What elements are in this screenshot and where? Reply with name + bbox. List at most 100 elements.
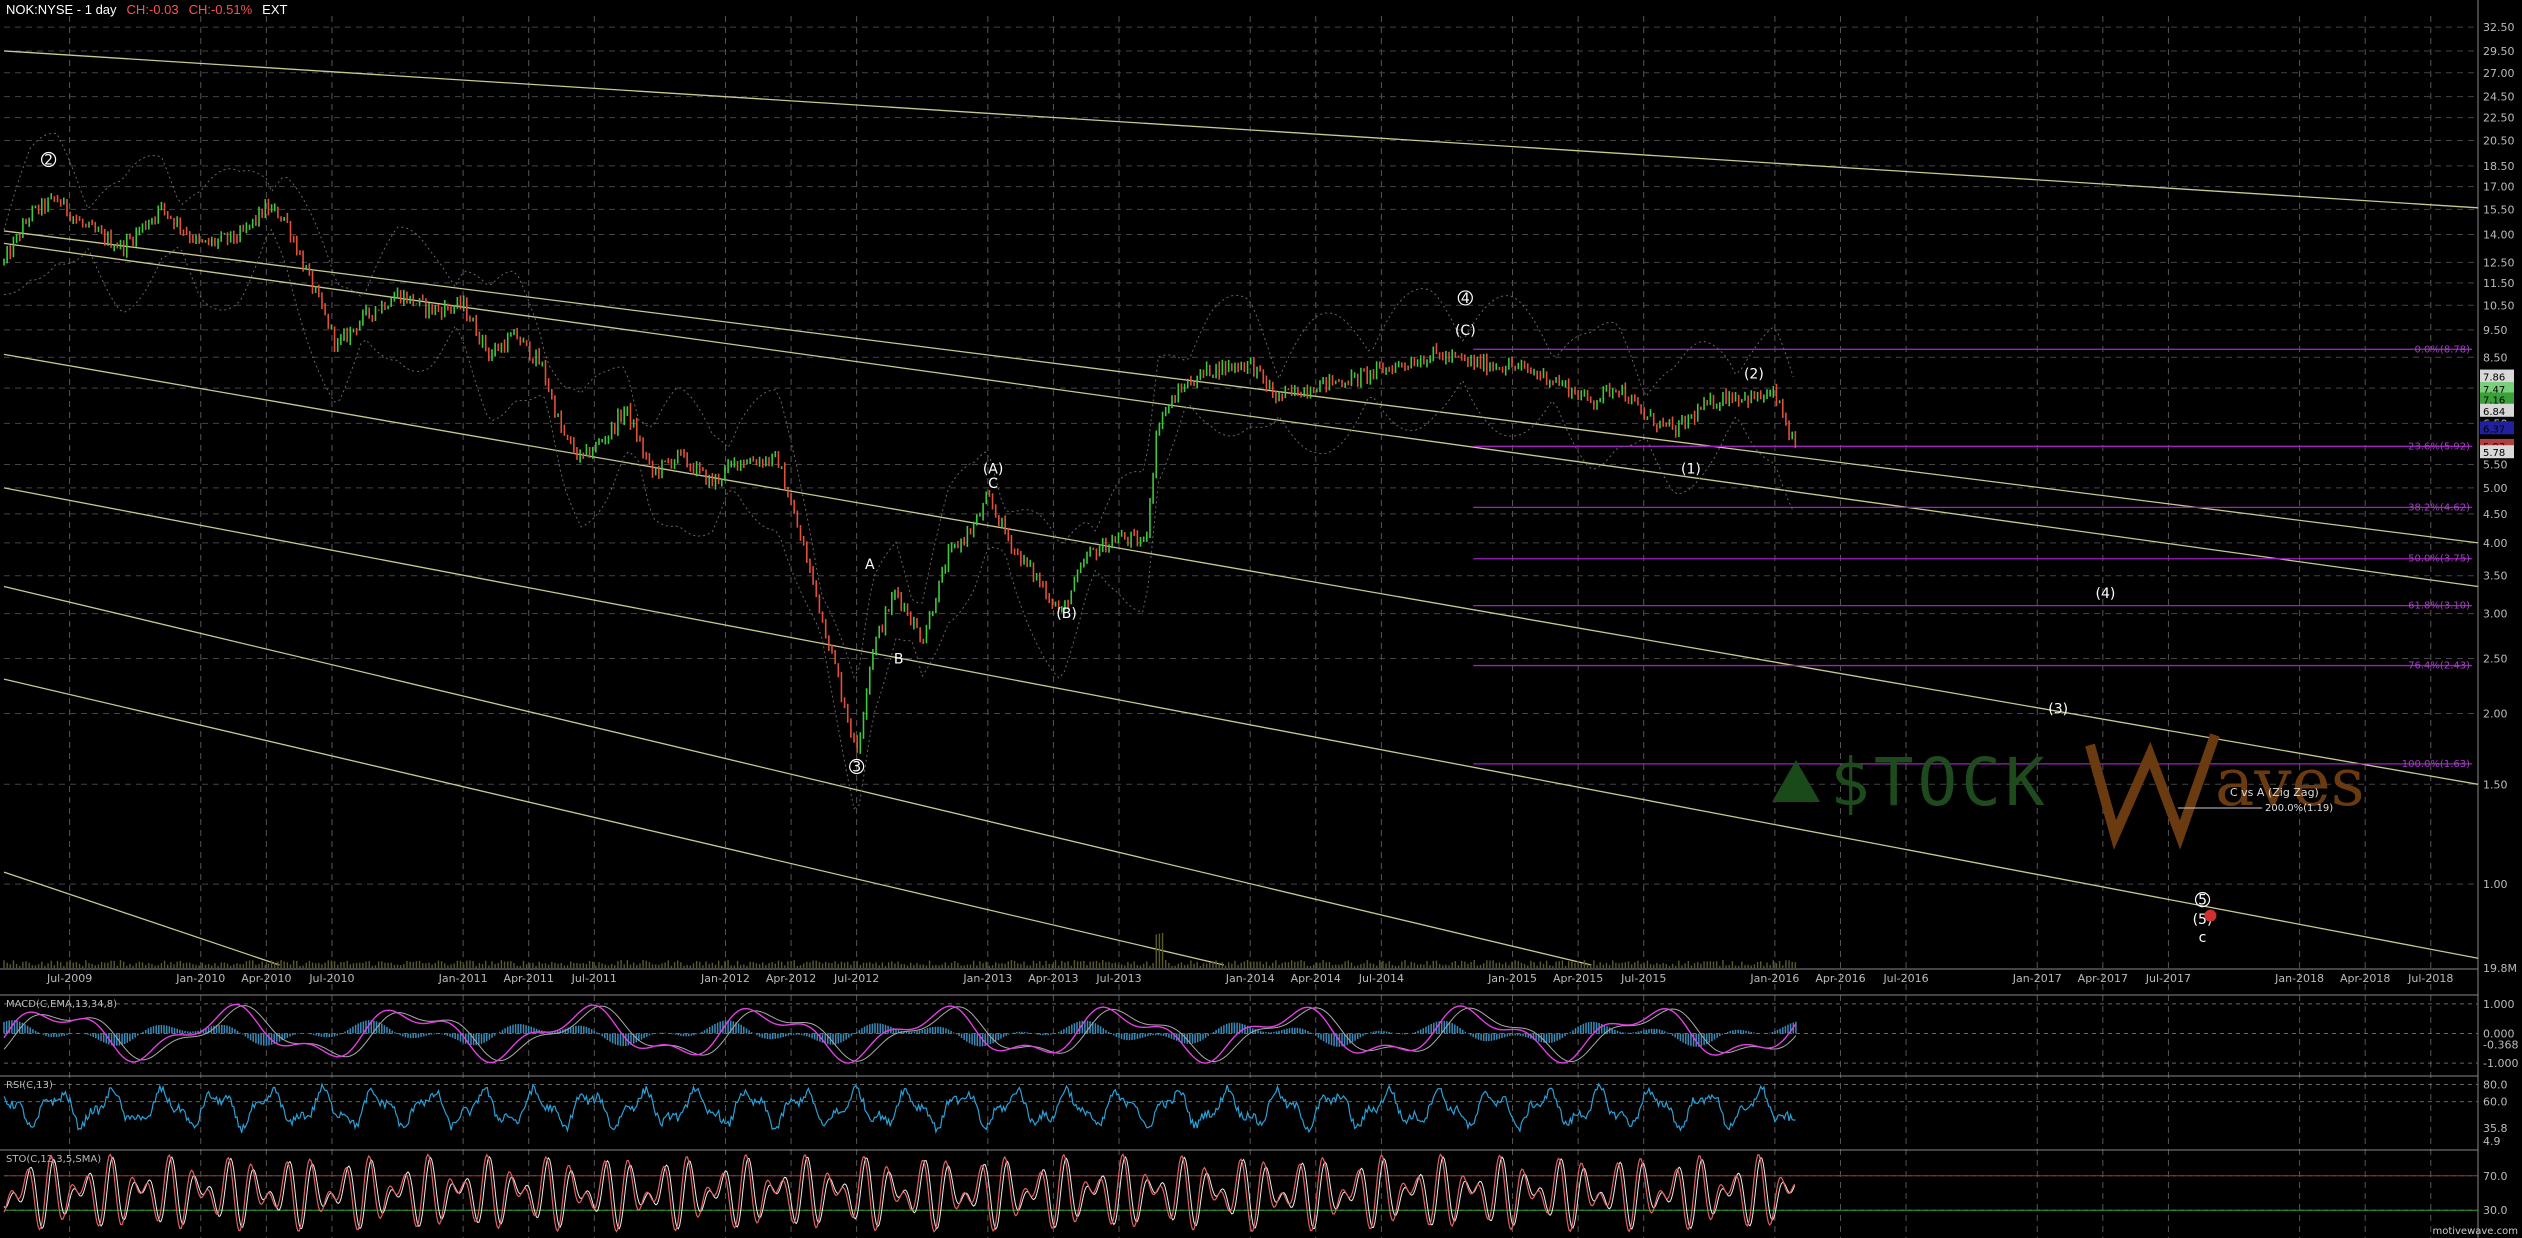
rsi-last-value: 35.8 bbox=[2483, 1122, 2508, 1135]
rsi-tick-label: 60.0 bbox=[2483, 1096, 2508, 1109]
wave-label: 3 bbox=[852, 760, 861, 776]
alert-marker-icon bbox=[2204, 909, 2217, 922]
wave-label: C bbox=[988, 476, 998, 492]
macd-last-value: -0.368 bbox=[2483, 1038, 2518, 1051]
y-tick-label: 4.00 bbox=[2483, 537, 2508, 550]
wave-label: (C) bbox=[1455, 323, 1476, 339]
x-tick-label: Jan-2014 bbox=[1225, 972, 1275, 985]
y-tick-label: 3.50 bbox=[2483, 570, 2508, 583]
x-tick-label: Jul-2016 bbox=[1882, 972, 1928, 985]
y-tick-label: 17.00 bbox=[2483, 181, 2515, 194]
y-tick-label: 2.00 bbox=[2483, 707, 2508, 720]
wave-label: (2) bbox=[1744, 366, 1764, 382]
price-chart-svg[interactable]: Jul-2009 Jan-2010 Apr-2010 Jul-2010 Jan-2011… bbox=[0, 0, 2522, 1238]
macd-label: MACD(C,EMA,13,34,8) bbox=[6, 999, 117, 1010]
y-tick-label: 3.00 bbox=[2483, 608, 2508, 621]
wave-label: 2 bbox=[44, 152, 53, 168]
x-tick-label: Apr-2014 bbox=[1291, 972, 1341, 985]
wave-label: B bbox=[894, 652, 904, 668]
x-tick-label: Jan-2010 bbox=[175, 972, 225, 985]
trend-line bbox=[3, 50, 2479, 209]
projection-note: C vs A (Zig Zag) bbox=[2230, 786, 2319, 799]
fib-level-label: 76.4%(2.43) bbox=[2408, 661, 2470, 672]
fib-level-label: 0.0%(8.78) bbox=[2415, 344, 2471, 355]
rsi-tick-label: 80.0 bbox=[2483, 1079, 2508, 1092]
x-tick-label: Jul-2011 bbox=[571, 972, 617, 985]
y-tick-label: 20.50 bbox=[2483, 135, 2515, 148]
x-tick-label: Jul-2018 bbox=[2407, 972, 2453, 985]
y-tick-label: 9.50 bbox=[2483, 324, 2508, 337]
y-tick-label: 32.50 bbox=[2483, 21, 2515, 34]
x-tick-label: Apr-2011 bbox=[504, 972, 554, 985]
x-tick-label: Jul-2017 bbox=[2145, 972, 2191, 985]
wave-label: c bbox=[2199, 930, 2207, 946]
price-candles bbox=[3, 193, 1797, 754]
watermark-left: $TOCK bbox=[1830, 744, 2049, 821]
y-tick-label: 5.50 bbox=[2483, 458, 2508, 471]
price-tag: 6.84 bbox=[2483, 407, 2505, 418]
rsi-label: RSI(C,13) bbox=[6, 1080, 53, 1091]
projection-value: 200.0%(1.19) bbox=[2265, 803, 2333, 814]
x-tick-label: Jan-2015 bbox=[1487, 972, 1537, 985]
rsi-last-value-2: 4.9 bbox=[2483, 1135, 2501, 1148]
y-tick-label: 5.00 bbox=[2483, 482, 2508, 495]
y-tick-label: 14.00 bbox=[2483, 228, 2515, 241]
sto-tick-label: 70.0 bbox=[2483, 1170, 2508, 1183]
chart-window: { "header": { "symbol": "NOK:NYSE - 1 da… bbox=[0, 0, 2522, 1238]
price-tag: 7.86 bbox=[2483, 373, 2505, 384]
x-tick-label: Jan-2011 bbox=[438, 972, 488, 985]
y-tick-label: 11.50 bbox=[2483, 277, 2515, 290]
y-tick-label: 29.50 bbox=[2483, 45, 2515, 58]
trend-line bbox=[3, 230, 2479, 544]
wave-label: A bbox=[865, 557, 875, 573]
y-tick-label: 1.00 bbox=[2483, 878, 2508, 891]
x-tick-label: Apr-2016 bbox=[1815, 972, 1865, 985]
price-tag: 5.78 bbox=[2483, 448, 2505, 459]
lower-band bbox=[3, 228, 1794, 810]
x-tick-label: Jan-2016 bbox=[1749, 972, 1799, 985]
x-tick-label: Jul-2012 bbox=[833, 972, 879, 985]
wave-label: 4 bbox=[1461, 291, 1470, 307]
x-tick-label: Jul-2010 bbox=[308, 972, 354, 985]
y-tick-label: 18.50 bbox=[2483, 160, 2515, 173]
fib-level-label: 100.0%(1.63) bbox=[2402, 759, 2470, 770]
x-tick-label: Jul-2013 bbox=[1095, 972, 1141, 985]
wave-label: 5 bbox=[2198, 893, 2207, 909]
x-tick-label: Apr-2018 bbox=[2340, 972, 2390, 985]
y-tick-label: 1.50 bbox=[2483, 778, 2508, 791]
trend-line bbox=[3, 871, 280, 966]
fib-level-label: 61.8%(3.10) bbox=[2408, 601, 2470, 612]
wave-label: (4) bbox=[2096, 586, 2116, 602]
x-tick-label: Jul-2014 bbox=[1358, 972, 1404, 985]
x-tick-label: Apr-2010 bbox=[241, 972, 291, 985]
fib-level-label: 23.6%(5.92) bbox=[2408, 441, 2470, 452]
x-tick-label: Jul-2009 bbox=[46, 972, 92, 985]
x-tick-label: Jul-2015 bbox=[1620, 972, 1666, 985]
sto-tick-label: 30.0 bbox=[2483, 1204, 2508, 1217]
footer-brand: motivewave.com bbox=[2432, 1226, 2518, 1237]
fib-level-label: 38.2%(4.62) bbox=[2408, 502, 2470, 513]
x-tick-label: Apr-2012 bbox=[766, 972, 816, 985]
x-tick-label: Apr-2013 bbox=[1028, 972, 1078, 985]
x-tick-label: Apr-2017 bbox=[2078, 972, 2128, 985]
macd-line bbox=[3, 1003, 1797, 1064]
wave-label: (B) bbox=[1056, 606, 1077, 622]
stockwaves-triangle-icon bbox=[1772, 760, 1820, 802]
sto-signal-line bbox=[3, 1155, 1796, 1230]
y-tick-label: 22.50 bbox=[2483, 112, 2515, 125]
x-tick-label: Jan-2018 bbox=[2274, 972, 2324, 985]
fib-level-label: 50.0%(3.75) bbox=[2408, 554, 2470, 565]
macd-tick-label: -1.000 bbox=[2483, 1057, 2518, 1070]
y-tick-label: 8.50 bbox=[2483, 351, 2508, 364]
rsi-line bbox=[3, 1082, 1796, 1135]
trend-line bbox=[3, 678, 1225, 966]
macd-tick-label: 1.000 bbox=[2483, 998, 2515, 1011]
y-tick-label: 27.00 bbox=[2483, 67, 2515, 80]
watermark-w-mark bbox=[2085, 733, 2220, 850]
x-tick-label: Jan-2012 bbox=[700, 972, 750, 985]
y-tick-label: 24.50 bbox=[2483, 91, 2515, 104]
y-tick-label: 15.50 bbox=[2483, 203, 2515, 216]
sto-line bbox=[3, 1153, 1796, 1233]
x-tick-label: Apr-2015 bbox=[1553, 972, 1603, 985]
price-tag: 6.37 bbox=[2483, 424, 2505, 435]
